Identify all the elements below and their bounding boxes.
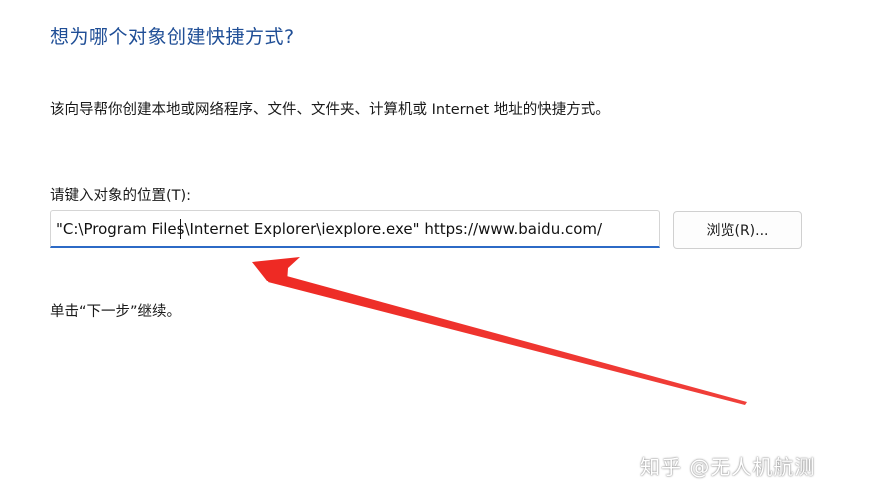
browse-button[interactable]: 浏览(R)... — [673, 211, 802, 249]
location-input[interactable] — [51, 211, 659, 246]
create-shortcut-wizard-page: 想为哪个对象创建快捷方式? 该向导帮你创建本地或网络程序、文件、文件夹、计算机或… — [0, 0, 873, 499]
next-step-hint: 单击“下一步”继续。 — [50, 304, 182, 320]
text-cursor — [180, 219, 181, 239]
arrow-shaft — [268, 272, 747, 405]
arrow-head — [252, 257, 300, 283]
red-arrow-annotation — [252, 257, 747, 405]
location-input-container[interactable] — [50, 210, 660, 248]
location-label: 请键入对象的位置(T): — [50, 188, 192, 204]
page-title: 想为哪个对象创建快捷方式? — [50, 26, 295, 48]
zhihu-watermark: 知乎 @无人机航测 — [640, 455, 816, 479]
wizard-description: 该向导帮你创建本地或网络程序、文件、文件夹、计算机或 Internet 地址的快… — [50, 102, 610, 118]
